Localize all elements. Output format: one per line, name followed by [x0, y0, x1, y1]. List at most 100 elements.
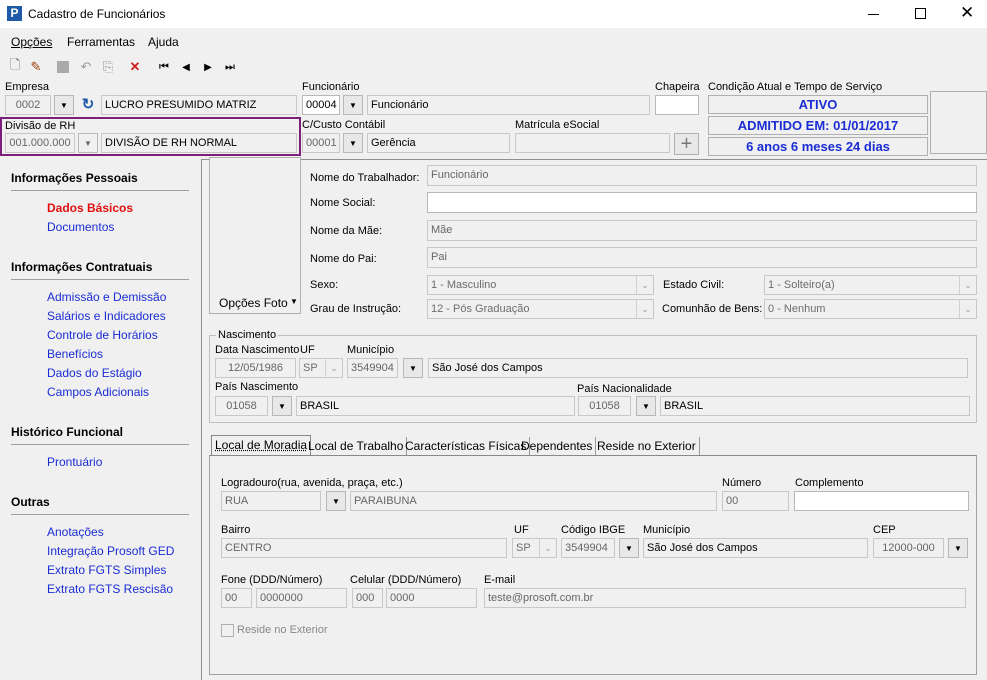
cep-field[interactable]: 12000-000	[873, 538, 944, 558]
ibge-dropdown-icon[interactable]: ▼	[619, 538, 639, 558]
minimize-icon[interactable]	[868, 14, 879, 15]
uf-nasc-select[interactable]: SP ⌄	[299, 358, 343, 378]
tab-caracteristicas[interactable]: Características Físicas	[402, 437, 531, 455]
complemento-field[interactable]	[794, 491, 969, 511]
nav-item-fgts-rescisao[interactable]: Extrato FGTS Rescisão	[47, 582, 173, 596]
photo-box	[209, 157, 301, 314]
add-matricula-button[interactable]: +	[674, 133, 699, 155]
mun-nasc-dropdown-icon[interactable]: ▼	[403, 358, 423, 378]
undo-icon[interactable]: ↶	[77, 58, 95, 76]
nav-item-admissao[interactable]: Admissão e Demissão	[47, 290, 166, 304]
tab-local-trabalho[interactable]: Local de Trabalho	[305, 437, 408, 455]
tab-reside-exterior[interactable]: Reside no Exterior	[594, 437, 700, 455]
app-icon: P	[7, 6, 22, 21]
nav-item-documentos[interactable]: Documentos	[47, 220, 114, 234]
mun-nasc-label: Município	[347, 344, 395, 356]
nav-item-salarios[interactable]: Salários e Indicadores	[47, 309, 166, 323]
comunhao-select[interactable]: 0 - Nenhum ⌄	[764, 299, 977, 319]
menu-ajuda[interactable]: Ajuda	[148, 35, 179, 49]
chapeira-label: Chapeira	[655, 81, 700, 93]
logradouro-tipo-dropdown-icon[interactable]: ▼	[326, 491, 346, 511]
copy-icon[interactable]: ⎘	[99, 58, 117, 76]
ibge-field[interactable]: 3549904	[561, 538, 615, 558]
logradouro-field[interactable]: PARAIBUNA	[350, 491, 717, 511]
nav-header-historico: Histórico Funcional	[11, 425, 124, 439]
maximize-icon[interactable]	[915, 8, 926, 19]
chapeira-field[interactable]	[655, 95, 699, 115]
empresa-name-field: LUCRO PRESUMIDO MATRIZ	[101, 95, 297, 115]
nav-item-horarios[interactable]: Controle de Horários	[47, 328, 158, 342]
tab-dependentes[interactable]: Dependentes	[518, 437, 597, 455]
nome-field[interactable]: Funcionário	[427, 165, 977, 186]
pais-nac-dropdown-icon[interactable]: ▼	[636, 396, 656, 416]
last-record-icon[interactable]: ⏭	[221, 58, 239, 76]
delete-icon[interactable]: ✕	[126, 58, 144, 76]
fone-num-field[interactable]: 0000000	[256, 588, 347, 608]
nav-item-ged[interactable]: Integração Prosoft GED	[47, 544, 174, 558]
pais-nasc-code-field[interactable]: 01058	[215, 396, 268, 416]
bairro-field[interactable]: CENTRO	[221, 538, 507, 558]
ccusto-code-field[interactable]: 00001	[302, 133, 340, 153]
ccusto-dropdown-icon[interactable]: ▼	[343, 133, 363, 153]
data-nasc-label: Data Nascimento	[215, 344, 300, 356]
photo-options-dropdown-icon[interactable]: ▼	[290, 297, 298, 306]
ibge-label: Código IBGE	[561, 524, 626, 536]
menu-opcoes[interactable]: Opções	[11, 35, 52, 49]
photo-options-button[interactable]: Opções Foto	[219, 296, 288, 310]
uf-end-label: UF	[514, 524, 529, 536]
cep-dropdown-icon[interactable]: ▼	[948, 538, 968, 558]
sexo-value: 1 - Masculino	[431, 279, 497, 291]
save-icon[interactable]	[54, 58, 72, 76]
nav-item-beneficios[interactable]: Benefícios	[47, 347, 103, 361]
empresa-dropdown-icon[interactable]: ▼	[54, 95, 74, 115]
close-icon[interactable]: ✕	[960, 3, 974, 23]
pais-nac-code-field[interactable]: 01058	[578, 396, 631, 416]
nav-item-fgts-simples[interactable]: Extrato FGTS Simples	[47, 563, 166, 577]
pais-nasc-dropdown-icon[interactable]: ▼	[272, 396, 292, 416]
edit-icon[interactable]: ✎	[27, 58, 45, 76]
photo-thumbnail	[930, 91, 987, 154]
pai-field[interactable]: Pai	[427, 247, 977, 268]
cel-ddd-field[interactable]: 000	[352, 588, 383, 608]
mun-end-field: São José dos Campos	[643, 538, 868, 558]
pais-nasc-label: País Nascimento	[215, 381, 299, 393]
divisao-dropdown-icon[interactable]: ▼	[78, 133, 98, 153]
funcionario-code-field[interactable]: 00004	[302, 95, 340, 115]
logradouro-tipo-field[interactable]: RUA	[221, 491, 321, 511]
civil-select[interactable]: 1 - Solteiro(a) ⌄	[764, 275, 977, 295]
cel-label: Celular (DDD/Número)	[350, 574, 462, 586]
nav-item-anotacoes[interactable]: Anotações	[47, 525, 104, 539]
new-document-icon[interactable]: 🗋	[6, 57, 24, 76]
empresa-label: Empresa	[5, 81, 50, 93]
nav-item-dados-basicos[interactable]: Dados Básicos	[47, 201, 133, 215]
fone-ddd-field[interactable]: 00	[221, 588, 252, 608]
menu-ferramentas[interactable]: Ferramentas	[67, 35, 135, 49]
chevron-down-icon: ⌄	[636, 300, 653, 318]
nav-item-estagio[interactable]: Dados do Estágio	[47, 366, 142, 380]
reside-exterior-checkbox[interactable]	[221, 624, 234, 637]
data-nasc-field[interactable]: 12/05/1986	[215, 358, 296, 378]
nav-item-prontuario[interactable]: Prontuário	[47, 455, 102, 469]
nav-divider	[11, 279, 189, 280]
funcionario-dropdown-icon[interactable]: ▼	[343, 95, 363, 115]
pais-nasc-name-field: BRASIL	[296, 396, 575, 416]
mun-nasc-code-field[interactable]: 3549904	[347, 358, 398, 378]
sexo-select[interactable]: 1 - Masculino ⌄	[427, 275, 654, 295]
first-record-icon[interactable]: ⏮	[155, 58, 173, 76]
uf-end-select[interactable]: SP ⌄	[512, 538, 557, 558]
refresh-icon[interactable]: ↻	[78, 95, 98, 115]
previous-record-icon[interactable]: ◀	[177, 58, 195, 76]
tab-local-moradia[interactable]: Local de Moradia	[211, 435, 312, 456]
grau-select[interactable]: 12 - Pós Graduação ⌄	[427, 299, 654, 319]
cep-label: CEP	[873, 524, 896, 536]
social-field[interactable]	[427, 192, 977, 213]
cel-num-field[interactable]: 0000	[386, 588, 477, 608]
divisao-code-field[interactable]: 001.000.000	[5, 133, 75, 153]
next-record-icon[interactable]: ▶	[199, 58, 217, 76]
chevron-down-icon: ⌄	[959, 276, 976, 294]
email-field[interactable]: teste@prosoft.com.br	[484, 588, 966, 608]
empresa-code-field[interactable]: 0002	[5, 95, 51, 115]
nav-item-campos-adicionais[interactable]: Campos Adicionais	[47, 385, 149, 399]
mae-field[interactable]: Mãe	[427, 220, 977, 241]
numero-field[interactable]: 00	[722, 491, 789, 511]
